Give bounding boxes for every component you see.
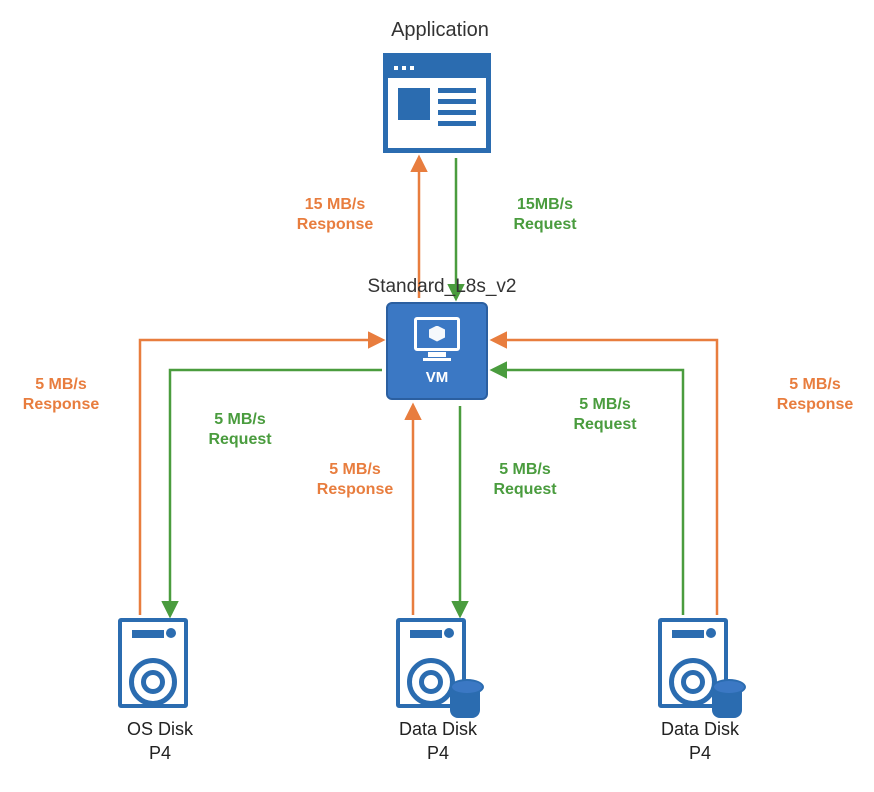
database-icon [450, 684, 480, 718]
data-disk-1-name: Data Disk [378, 718, 498, 741]
data1-response-label: 5 MB/s Response [300, 460, 410, 500]
application-icon [383, 53, 491, 153]
data2-response-label: 5 MB/s Response [760, 375, 870, 415]
data-disk-1-tier: P4 [378, 742, 498, 765]
vm-icon: VM [386, 302, 488, 400]
os-disk-tier: P4 [100, 742, 220, 765]
application-title: Application [360, 18, 520, 43]
data-disk-1-icon [396, 618, 474, 714]
os-disk-icon [118, 618, 196, 714]
data-disk-2-icon [658, 618, 736, 714]
os-response-label: 5 MB/s Response [6, 375, 116, 415]
os-disk-name: OS Disk [100, 718, 220, 741]
app-response-label: 15 MB/s Response [280, 195, 390, 235]
data-disk-2-tier: P4 [640, 742, 760, 765]
vm-sku-label: Standard_L8s_v2 [352, 275, 532, 299]
cube-icon [429, 326, 445, 342]
data2-request-label: 5 MB/s Request [550, 395, 660, 435]
vm-label: VM [426, 369, 449, 386]
app-request-label: 15MB/s Request [490, 195, 600, 235]
data-disk-2-name: Data Disk [640, 718, 760, 741]
database-icon [712, 684, 742, 718]
data1-request-label: 5 MB/s Request [470, 460, 580, 500]
monitor-icon [414, 317, 460, 351]
os-request-label: 5 MB/s Request [185, 410, 295, 450]
